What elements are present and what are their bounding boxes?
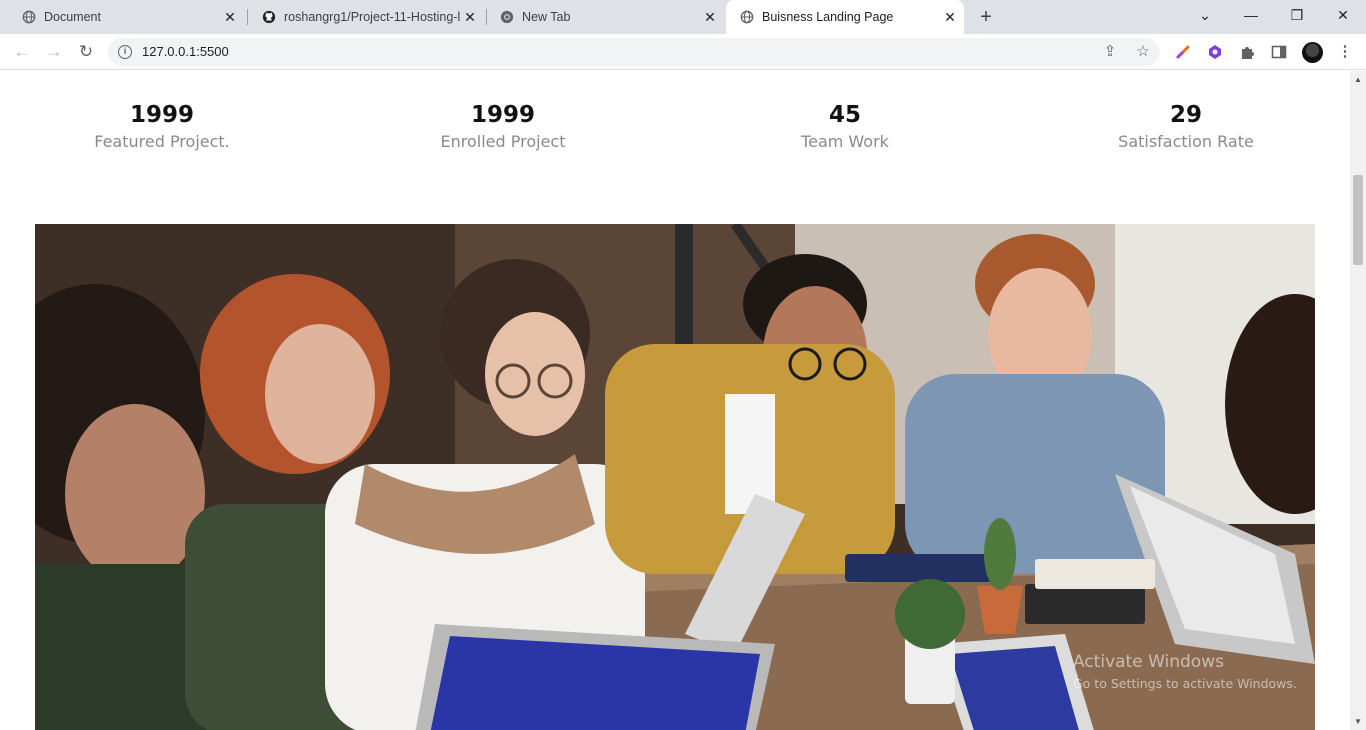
stat-enrolled-project: 1999 Enrolled Project: [373, 101, 633, 153]
tab-title: roshangrg1/Project-11-Hosting-l: [284, 10, 461, 24]
tab-title: Document: [44, 10, 101, 24]
address-bar[interactable]: i 127.0.0.1:5500 ⇪ ☆: [108, 38, 1160, 66]
page-viewport: 1999 Featured Project. 1999 Enrolled Pro…: [0, 71, 1350, 730]
color-picker-extension-icon[interactable]: [1174, 43, 1192, 61]
share-icon[interactable]: ⇪: [1102, 44, 1118, 60]
stat-team-work: 45 Team Work: [715, 101, 975, 153]
tab-search-dropdown-icon[interactable]: ⌄: [1182, 0, 1228, 30]
page-scrollbar[interactable]: ▲ ▼: [1350, 71, 1366, 730]
extensions-puzzle-icon[interactable]: [1238, 43, 1256, 61]
reload-button[interactable]: ↻: [75, 41, 97, 63]
stat-value: 29: [1169, 102, 1202, 128]
watermark-title: Activate Windows: [1073, 652, 1224, 672]
globe-icon: [22, 10, 36, 24]
restore-button[interactable]: ❐: [1274, 0, 1320, 30]
stat-label: Enrolled Project: [440, 132, 566, 151]
side-panel-icon[interactable]: [1270, 43, 1288, 61]
extension-icon[interactable]: [1206, 43, 1224, 61]
stat-satisfaction-rate: 29 Satisfaction Rate: [1056, 101, 1316, 153]
close-icon[interactable]: ✕: [702, 9, 718, 25]
menu-kebab-icon[interactable]: ⋮: [1336, 43, 1354, 61]
tab-document[interactable]: Document ✕: [8, 0, 244, 34]
windows-activation-watermark: Activate Windows Go to Settings to activ…: [1073, 652, 1297, 692]
scrollbar-thumb[interactable]: [1353, 175, 1363, 265]
browser-toolbar: ← → ↻ i 127.0.0.1:5500 ⇪ ☆ ⋮: [0, 34, 1366, 70]
stat-featured-project: 1999 Featured Project.: [32, 101, 292, 153]
tab-title: Buisness Landing Page: [762, 10, 894, 24]
profile-avatar[interactable]: [1302, 42, 1323, 63]
stat-label: Satisfaction Rate: [1118, 132, 1254, 151]
stat-value: 45: [828, 102, 861, 128]
stat-label: Team Work: [801, 132, 889, 151]
minimize-button[interactable]: —: [1228, 0, 1274, 30]
stat-value: 1999: [470, 102, 535, 128]
tab-business-landing-page[interactable]: Buisness Landing Page ✕: [726, 0, 964, 34]
close-icon[interactable]: ✕: [462, 9, 478, 25]
tab-strip: Document ✕ roshangrg1/Project-11-Hosting…: [0, 0, 1366, 34]
back-button[interactable]: ←: [11, 41, 33, 63]
bookmark-star-icon[interactable]: ☆: [1135, 44, 1151, 60]
new-tab-button[interactable]: +: [976, 7, 996, 27]
close-icon[interactable]: ✕: [942, 9, 958, 25]
tab-new-tab[interactable]: New Tab ✕: [486, 0, 724, 34]
url-text: 127.0.0.1:5500: [142, 44, 229, 59]
chrome-icon: [500, 10, 514, 24]
github-icon: [262, 10, 276, 24]
close-icon[interactable]: ✕: [222, 9, 238, 25]
scroll-up-arrow-icon[interactable]: ▲: [1354, 75, 1362, 84]
globe-icon: [740, 10, 754, 24]
window-close-button[interactable]: ✕: [1320, 0, 1366, 30]
watermark-subtitle: Go to Settings to activate Windows.: [1073, 676, 1297, 691]
stat-value: 1999: [129, 102, 194, 128]
tab-title: New Tab: [522, 10, 571, 24]
tab-github[interactable]: roshangrg1/Project-11-Hosting-l ✕: [248, 0, 484, 34]
site-info-icon[interactable]: i: [118, 45, 132, 59]
forward-button[interactable]: →: [43, 41, 65, 63]
scroll-down-arrow-icon[interactable]: ▼: [1354, 717, 1362, 726]
stat-label: Featured Project.: [94, 132, 230, 151]
